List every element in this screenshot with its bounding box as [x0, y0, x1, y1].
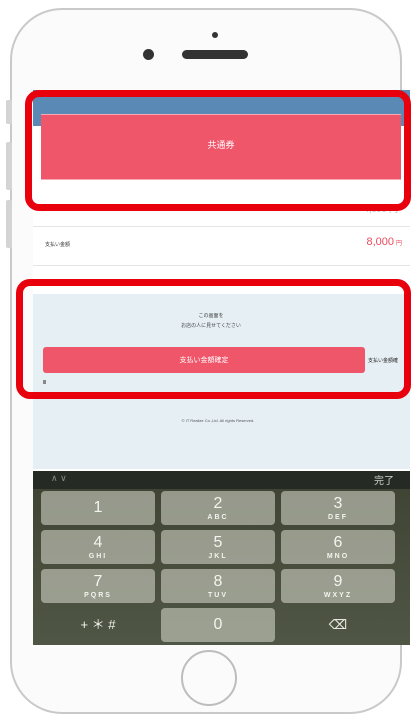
- key-symbols-label: + ＊ #: [80, 617, 116, 632]
- copyright-text: © IT Realize Co.,Ltd. All rights Reserve…: [181, 418, 255, 423]
- key-6-letters: MNO: [326, 552, 350, 560]
- numeric-keyboard: ∧ ∨ 完了 1 2 ABC 3 DEF 4 GHI 5 JKL 6 MNO 7 PQRS …: [33, 471, 410, 645]
- key-8[interactable]: 8 TUV: [161, 569, 275, 603]
- key-4-letters: GHI: [88, 552, 108, 560]
- key-7-letters: PQRS: [84, 591, 112, 599]
- key-symbols[interactable]: + ＊ #: [41, 608, 155, 642]
- front-camera: [143, 49, 154, 60]
- key-8-digit: 8: [213, 572, 223, 590]
- done-button[interactable]: 完了: [374, 472, 394, 487]
- key-7-digit: 7: [93, 572, 103, 590]
- payment-label: 支払い金額: [45, 242, 71, 248]
- key-2-letters: ABC: [207, 513, 229, 521]
- key-9-digit: 9: [333, 572, 343, 590]
- key-9[interactable]: 9 WXYZ: [281, 569, 395, 603]
- key-1[interactable]: 1: [41, 491, 155, 525]
- key-0-digit: 0: [213, 616, 223, 633]
- earpiece-speaker: [182, 50, 248, 59]
- highlight-box-coupon: [25, 90, 411, 211]
- key-4[interactable]: 4 GHI: [41, 530, 155, 564]
- payment-amount-value: 8,000: [366, 236, 394, 248]
- payment-amount: 8,000 円: [366, 236, 402, 248]
- payment-amount-unit: 円: [395, 241, 402, 247]
- backspace-icon: ⌫: [328, 617, 348, 632]
- mute-switch: [6, 100, 12, 124]
- key-2[interactable]: 2 ABC: [161, 491, 275, 525]
- backspace-key[interactable]: ⌫: [281, 608, 395, 642]
- key-4-digit: 4: [93, 533, 103, 551]
- highlight-box-confirm: [16, 279, 411, 399]
- key-5[interactable]: 5 JKL: [161, 530, 275, 564]
- key-2-digit: 2: [213, 494, 223, 512]
- keyboard-toolbar: ∧ ∨ 完了: [33, 471, 410, 489]
- home-button[interactable]: [181, 650, 237, 706]
- sensor-dot: [212, 32, 218, 38]
- payment-row: 支払い金額 8,000 円: [33, 226, 410, 266]
- key-6-digit: 6: [333, 533, 343, 551]
- key-5-letters: JKL: [208, 552, 228, 560]
- key-3-letters: DEF: [328, 513, 348, 521]
- key-5-digit: 5: [213, 533, 223, 551]
- key-9-letters: WXYZ: [323, 591, 353, 599]
- volume-down-button: [6, 200, 12, 248]
- key-0[interactable]: 0: [161, 608, 275, 642]
- key-1-digit: 1: [93, 499, 103, 516]
- field-nav-arrows[interactable]: ∧ ∨: [51, 473, 67, 484]
- key-6[interactable]: 6 MNO: [281, 530, 395, 564]
- key-7[interactable]: 7 PQRS: [41, 569, 155, 603]
- volume-up-button: [6, 142, 12, 190]
- key-3[interactable]: 3 DEF: [281, 491, 395, 525]
- key-3-digit: 3: [333, 494, 343, 512]
- key-8-letters: TUV: [208, 591, 228, 599]
